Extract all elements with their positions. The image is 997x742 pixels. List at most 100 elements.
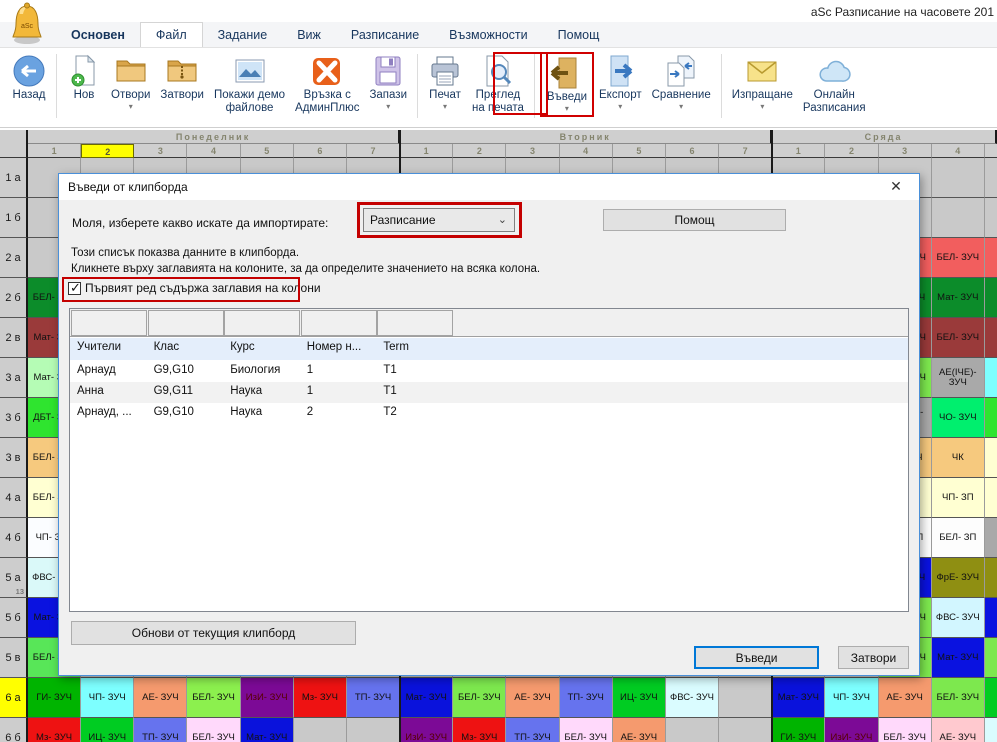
save-button[interactable]: Запази▾ [364, 52, 412, 113]
timetable-cell-empty[interactable] [932, 158, 985, 198]
timetable-cell-lesson[interactable]: АЕ- ЗУЧ [932, 718, 985, 742]
timetable-cell-lesson[interactable]: АЕ- ЗУЧ [134, 678, 187, 718]
tab-виж[interactable]: Виж [282, 22, 336, 47]
timetable-cell-empty[interactable] [985, 478, 997, 518]
column-mapping-header[interactable] [301, 310, 377, 336]
tab-основен[interactable]: Основен [56, 22, 140, 47]
timetable-cell-lesson[interactable]: ТП- ЗУЧ [560, 678, 613, 718]
timetable-cell-lesson[interactable]: ТП- ЗУЧ [347, 678, 400, 718]
table-column-header[interactable]: Курс [230, 341, 254, 353]
column-mapping-header[interactable] [377, 310, 453, 336]
timetable-cell-lesson[interactable]: М [985, 398, 997, 438]
column-mapping-header[interactable] [71, 310, 147, 336]
timetable-cell-lesson[interactable]: АЕ- ЗУЧ [613, 718, 666, 742]
timetable-cell-lesson[interactable]: Мат- ЗУЧ [400, 678, 453, 718]
timetable-cell-lesson[interactable]: ЧП- ЗУЧ [81, 678, 134, 718]
timetable-cell-lesson[interactable]: БЕЛ- ЗУЧ [187, 718, 240, 742]
timetable-cell-lesson[interactable]: ЧП- ЗП [932, 478, 985, 518]
first-row-headers-checkbox[interactable]: ✓ [68, 282, 81, 295]
close-folder-button[interactable]: Затвори [155, 52, 209, 104]
timetable-cell-lesson[interactable]: БЕЛ- ЗП [932, 518, 985, 558]
timetable-cell-lesson[interactable]: АЕ- ЗУЧ [879, 678, 932, 718]
timetable-cell-lesson[interactable]: АЕ- ЗУЧ [506, 678, 559, 718]
compare-button[interactable]: Сравнение▾ [647, 52, 716, 113]
table-row[interactable]: Арнауд, ...G9,G10Наука2T2 [70, 403, 908, 424]
timetable-cell-empty[interactable] [985, 678, 997, 718]
timetable-cell-lesson[interactable]: Мат- ЗУЧ [772, 678, 825, 718]
timetable-cell-lesson[interactable]: ИзИ- ЗУЧ [400, 718, 453, 742]
timetable-cell-empty[interactable] [985, 198, 997, 238]
import-button[interactable]: Въведи▾ [542, 54, 592, 115]
timetable-cell-empty[interactable] [985, 318, 997, 358]
timetable-cell-lesson[interactable]: ИзИ- ЗУЧ [241, 678, 294, 718]
timetable-cell-lesson[interactable]: ФрЕ- ЗУЧ [932, 558, 985, 598]
timetable-cell-empty[interactable] [985, 238, 997, 278]
timetable-cell-empty[interactable] [719, 678, 772, 718]
timetable-cell-lesson[interactable]: БЕЛ- ЗУЧ [932, 318, 985, 358]
send-button[interactable]: Изпращане▾ [727, 52, 798, 113]
tab-възможности[interactable]: Възможности [434, 22, 542, 47]
back-button[interactable]: Назад [7, 52, 51, 104]
timetable-cell-lesson[interactable]: БЕЛ- ЗУЧ [879, 718, 932, 742]
timetable-cell-empty[interactable] [985, 158, 997, 198]
timetable-cell-empty[interactable] [719, 718, 772, 742]
timetable-cell-lesson[interactable]: Мат- ЗУЧ [241, 718, 294, 742]
timetable-cell-lesson[interactable]: ТП- ЗУЧ [506, 718, 559, 742]
help-button[interactable]: Помощ [603, 209, 786, 231]
timetable-cell-lesson[interactable]: ЧП- ЗУЧ [825, 678, 878, 718]
timetable-cell-lesson[interactable]: ИЦ- ЗУЧ [613, 678, 666, 718]
timetable-cell-lesson[interactable]: Б [985, 638, 997, 678]
tab-разписание[interactable]: Разписание [336, 22, 434, 47]
import-button[interactable]: Въведи [694, 646, 819, 669]
timetable-cell-lesson[interactable]: ЧК [932, 438, 985, 478]
table-column-header[interactable]: Клас [154, 341, 180, 353]
timetable-cell-lesson[interactable]: БЕЛ- ЗУЧ [187, 678, 240, 718]
table-row[interactable]: АннаG9,G11Наука1T1 [70, 382, 908, 403]
table-column-header[interactable]: Учители [77, 341, 121, 353]
timetable-cell-lesson[interactable]: ИЦ- ЗУЧ [81, 718, 134, 742]
new-file-button[interactable]: Нов [62, 52, 106, 104]
timetable-cell-lesson[interactable]: БЕЛ- ЗУЧ [560, 718, 613, 742]
print-preview-button[interactable]: Преглед на печата [467, 52, 529, 117]
timetable-cell-lesson[interactable]: Мз- ЗУЧ [294, 678, 347, 718]
dialog-close-icon[interactable]: ✕ [886, 178, 906, 195]
timetable-cell-lesson[interactable]: А З [985, 518, 997, 558]
timetable-cell-lesson[interactable]: ЧО- ЗУЧ [932, 398, 985, 438]
timetable-cell-lesson[interactable]: Мз- ЗУЧ [453, 718, 506, 742]
timetable-cell-lesson[interactable]: ФВС- ЗУЧ [932, 598, 985, 638]
open-folder-button[interactable]: Отвори▾ [106, 52, 155, 113]
timetable-cell-lesson[interactable]: БЕЛ- ЗУЧ [932, 238, 985, 278]
tab-файл[interactable]: Файл [140, 22, 203, 47]
timetable-cell-empty[interactable] [932, 198, 985, 238]
online-cloud-button[interactable]: Онлайн Разписания [798, 52, 871, 117]
timetable-cell-empty[interactable] [666, 718, 719, 742]
timetable-cell-lesson[interactable]: Б [985, 278, 997, 318]
timetable-cell-lesson[interactable]: АЕ(IЧЕ)- ЗУЧ [932, 358, 985, 398]
table-row[interactable]: АрнаудG9,G10Биология1T1 [70, 361, 908, 382]
timetable-cell-lesson[interactable]: М [985, 598, 997, 638]
timetable-cell-lesson[interactable]: Ч [985, 358, 997, 398]
timetable-cell-empty[interactable] [294, 718, 347, 742]
tab-помощ[interactable]: Помощ [543, 22, 615, 47]
timetable-cell-lesson[interactable]: БЕЛ- ЗУЧ [453, 678, 506, 718]
timetable-cell-lesson[interactable]: ТП- ЗУЧ [134, 718, 187, 742]
close-button[interactable]: Затвори [838, 646, 909, 669]
timetable-cell-lesson[interactable]: Мат- ЗУЧ [932, 278, 985, 318]
timetable-cell-lesson[interactable]: П [985, 438, 997, 478]
adminplus-button[interactable]: Връзка с АдминПлюс [290, 52, 364, 117]
table-column-header[interactable]: Term [383, 341, 409, 353]
timetable-cell-empty[interactable] [347, 718, 400, 742]
column-mapping-header[interactable] [148, 310, 224, 336]
timetable-cell-empty[interactable] [985, 718, 997, 742]
export-button[interactable]: Експорт▾ [594, 52, 647, 113]
timetable-cell-lesson[interactable]: ИзИ- ЗУЧ [825, 718, 878, 742]
import-type-combobox[interactable]: Разписание ⌄ [363, 208, 515, 232]
column-mapping-header[interactable] [224, 310, 300, 336]
refresh-clipboard-button[interactable]: Обнови от текущия клипборд [71, 621, 356, 645]
timetable-cell-lesson[interactable]: ГИ- ЗУЧ [772, 718, 825, 742]
tab-задание[interactable]: Задание [203, 22, 283, 47]
timetable-cell-lesson[interactable]: ФВС- ЗУЧ [666, 678, 719, 718]
print-button[interactable]: Печат▾ [423, 52, 467, 113]
timetable-cell-lesson[interactable]: БЕЛ- ЗУЧ [932, 678, 985, 718]
timetable-cell-lesson[interactable]: ГИ- ЗУЧ [28, 678, 81, 718]
